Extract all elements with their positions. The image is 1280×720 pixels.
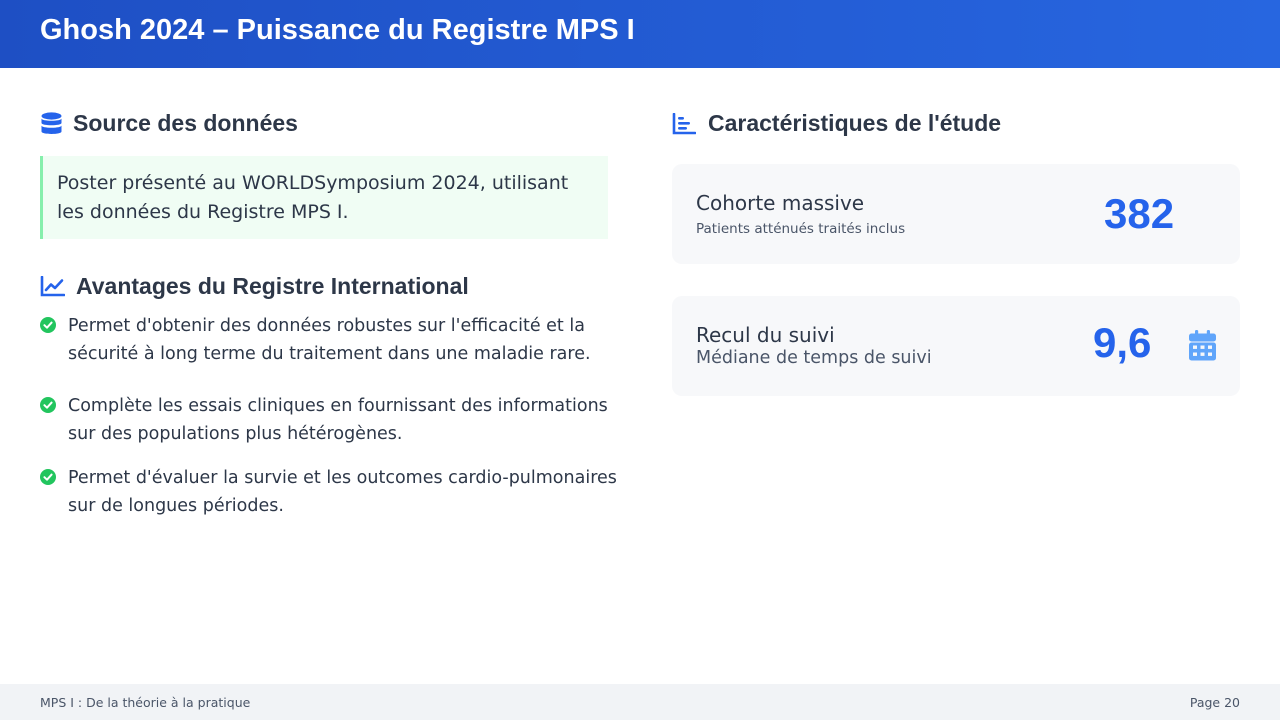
list-item: Permet d'obtenir des données robustes su… xyxy=(40,312,620,368)
advantage-text: Complète les essais cliniques en fournis… xyxy=(68,396,608,444)
advantages-heading: Avantages du Registre International xyxy=(76,273,469,299)
page-number: Page 20 xyxy=(1189,695,1240,710)
stat-card-followup: Recul du suivi Médiane de temps de suivi… xyxy=(672,296,1240,396)
slide-title: Ghosh 2024 – Puissance du Registre MPS I xyxy=(40,14,635,46)
source-callout: Poster présenté au WORLDSymposium 2024, … xyxy=(40,156,608,239)
advantage-text: Permet d'évaluer la survie et les outcom… xyxy=(68,468,617,516)
check-circle-icon xyxy=(40,397,56,413)
stat-card-value: 382 xyxy=(1104,190,1175,237)
slide-footer: MPS I : De la théorie à la pratique Page… xyxy=(0,684,1280,720)
source-heading: Source des données xyxy=(73,110,298,136)
advantage-text: Permet d'obtenir des données robustes su… xyxy=(68,316,591,364)
slide-header: Ghosh 2024 – Puissance du Registre MPS I xyxy=(0,0,1280,68)
stat-card-subtitle: Patients atténués traités inclus xyxy=(696,221,906,237)
footer-course-title: MPS I : De la théorie à la pratique xyxy=(40,695,251,710)
check-circle-icon xyxy=(40,469,56,485)
stat-card-cohort: Cohorte massive Patients atténués traité… xyxy=(672,164,1240,264)
database-icon xyxy=(40,111,62,137)
check-circle-icon xyxy=(40,317,56,333)
stat-card-value: 9,6 xyxy=(1093,319,1152,366)
stat-card-title: Recul du suivi xyxy=(696,323,835,347)
advantages-heading-row: Avantages du Registre International xyxy=(40,273,469,300)
chart-bar-icon xyxy=(672,112,696,136)
calendar-icon xyxy=(1189,330,1216,365)
characteristics-heading: Caractéristiques de l'étude xyxy=(708,110,1002,136)
list-item: Permet d'évaluer la survie et les outcom… xyxy=(40,464,620,520)
source-heading-row: Source des données xyxy=(40,110,298,137)
stat-card-title: Cohorte massive xyxy=(696,191,865,215)
chart-line-icon xyxy=(40,275,65,299)
source-text: Poster présenté au WORLDSymposium 2024, … xyxy=(57,172,569,223)
list-item: Complète les essais cliniques en fournis… xyxy=(40,392,620,448)
characteristics-heading-row: Caractéristiques de l'étude xyxy=(672,110,1001,137)
stat-card-subtitle: Médiane de temps de suivi xyxy=(696,348,932,368)
